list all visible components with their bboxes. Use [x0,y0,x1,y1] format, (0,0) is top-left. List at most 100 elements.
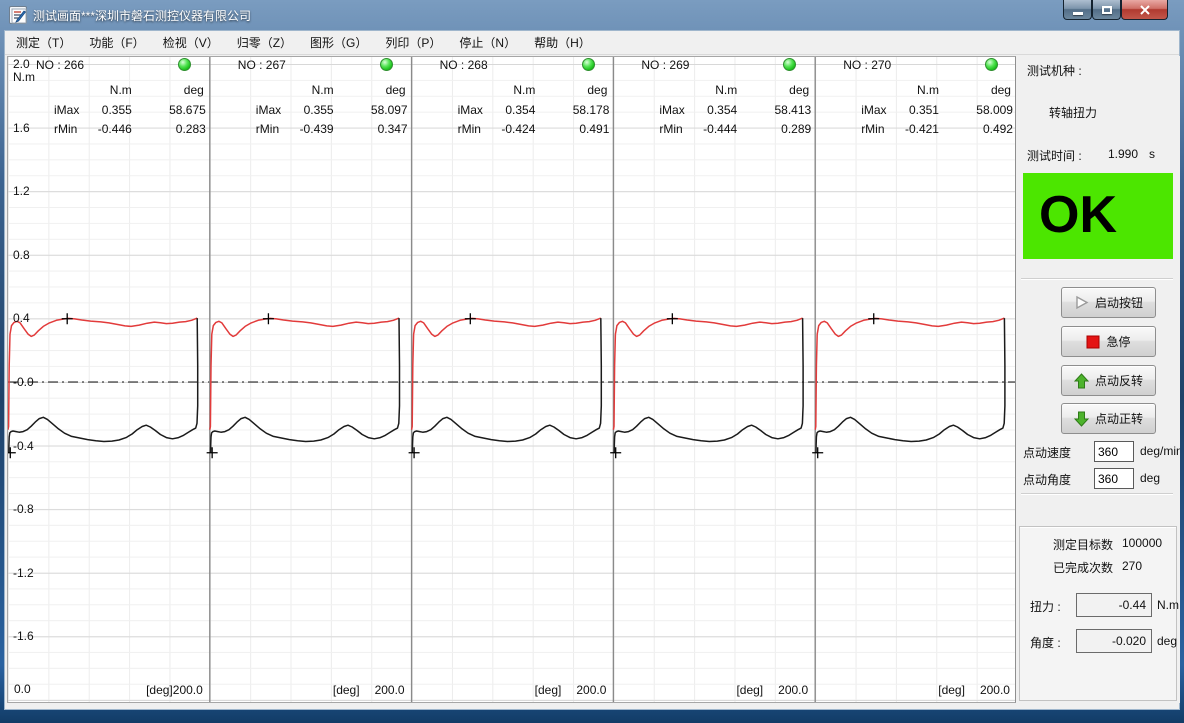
test-time-value: 1.990 [1108,147,1138,161]
status-led [582,58,595,71]
maximize-icon [1102,6,1112,14]
start-button[interactable]: 启动按钮 [1061,287,1156,318]
status-led [783,58,796,71]
start-button-label: 启动按钮 [1095,294,1143,311]
y-tick: 0.8 [13,247,30,263]
imax-nm-value: 0.354 [707,103,737,117]
x-max-value: 200.0 [375,683,405,697]
torque-readout-unit: N.m [1157,598,1179,612]
col-header-nm: N.m [917,83,939,97]
col-header-nm: N.m [110,83,132,97]
forward-torque-curve [210,318,399,430]
col-header-nm: N.m [312,83,334,97]
col-header-nm: N.m [715,83,737,97]
target-count-label: 测定目标数 [1053,536,1113,553]
jog-reverse-label: 点动反转 [1095,372,1143,389]
rmin-label: rMin [659,122,682,136]
jog-forward-label: 点动正转 [1095,410,1143,427]
x-unit-label: [deg] [938,683,965,697]
panel-header-2: NO : 268N.mdegiMax0.35458.178rMin-0.4240… [412,57,614,139]
completed-count-value: 270 [1122,559,1142,573]
x-max-label: [deg] 200.0 [210,682,412,698]
menu-item-3[interactable]: 归零（Z） [228,30,301,55]
imax-marker [465,313,476,324]
y-tick: -0.4 [13,438,34,454]
x-max-value: 200.0 [778,683,808,697]
rmin-marker [812,447,823,458]
app-window: 测试画面***深圳市磐石测控仪器有限公司 测定（T）功能（F）检视（V）归零（Z… [0,0,1184,723]
forward-torque-curve [8,318,197,430]
play-icon [1074,295,1089,310]
rmin-marker [610,447,621,458]
jog-forward-button[interactable]: 点动正转 [1061,403,1156,434]
arrow-up-icon [1074,373,1089,389]
status-ok-indicator: OK [1023,173,1173,259]
minimize-button[interactable] [1063,0,1092,20]
close-icon [1139,5,1151,15]
maximize-button[interactable] [1092,0,1121,20]
imax-label: iMax [256,103,281,117]
menu-item-6[interactable]: 停止（N） [450,30,525,55]
jog-angle-label: 点动角度 [1023,471,1071,488]
imax-marker [62,313,73,324]
imax-deg-value: 58.413 [774,103,811,117]
stop-icon [1086,335,1100,349]
rmin-nm-value: -0.424 [501,122,535,136]
x-unit-label: [deg] [146,683,173,697]
imax-nm-value: 0.354 [505,103,535,117]
col-header-deg: deg [789,83,809,97]
imax-deg-value: 58.178 [573,103,610,117]
emergency-stop-label: 急停 [1106,333,1130,350]
sidebar: 测试机种 : 转轴扭力 测试时间 : 1.990 s OK 启动按钮 急停 [1016,56,1180,703]
group-divider [1021,493,1173,495]
imax-label: iMax [54,103,79,117]
rmin-label: rMin [54,122,77,136]
menu-item-7[interactable]: 帮助（H） [525,30,600,55]
panel-no: NO : 267 [238,58,286,72]
imax-nm-value: 0.355 [304,103,334,117]
angle-readout-unit: deg [1157,634,1177,648]
app-icon [9,6,27,24]
status-led [380,58,393,71]
imax-deg-value: 58.675 [169,103,206,117]
client-area: 测定（T）功能（F）检视（V）归零（Z）图形（G）列印（P）停止（N）帮助（H）… [4,30,1180,710]
torque-readout-value: -0.44 [1076,593,1152,617]
reverse-torque-curve [816,318,1005,453]
reverse-torque-curve [9,318,198,453]
imax-nm-value: 0.355 [102,103,132,117]
imax-label: iMax [861,103,886,117]
imax-deg-value: 58.097 [371,103,408,117]
panel-plot-2 [409,313,602,458]
rmin-deg-value: 0.283 [176,122,206,136]
panel-plot-4 [812,313,1005,458]
menu-item-0[interactable]: 测定（T） [7,30,80,55]
rmin-nm-value: -0.421 [905,122,939,136]
menu-item-1[interactable]: 功能（F） [80,30,153,55]
y-tick: 0.4 [13,310,30,326]
machine-type-label: 测试机种 : [1027,62,1082,79]
close-button[interactable] [1121,0,1168,20]
imax-label: iMax [458,103,483,117]
jog-speed-unit: deg/min [1140,444,1180,458]
titlebar: 测试画面***深圳市磐石测控仪器有限公司 [0,0,1184,30]
col-header-deg: deg [587,83,607,97]
jog-angle-input[interactable] [1094,468,1134,489]
imax-label: iMax [659,103,684,117]
machine-type-value: 转轴扭力 [1049,104,1097,121]
imax-nm-value: 0.351 [909,103,939,117]
menu-item-2[interactable]: 检视（V） [154,30,228,55]
menu-item-5[interactable]: 列印（P） [376,30,450,55]
jog-reverse-button[interactable]: 点动反转 [1061,365,1156,396]
rmin-nm-value: -0.446 [98,122,132,136]
x-max-label: [deg]200.0 [613,682,815,698]
jog-speed-input[interactable] [1094,441,1134,462]
test-time-unit: s [1149,147,1155,161]
imax-marker [667,313,678,324]
x-unit-label: [deg] [333,683,360,697]
panel-plot-3 [610,313,803,458]
torque-readout-label: 扭力 : [1030,598,1061,615]
col-header-nm: N.m [513,83,535,97]
emergency-stop-button[interactable]: 急停 [1061,326,1156,357]
jog-angle-unit: deg [1140,471,1160,485]
menu-item-4[interactable]: 图形（G） [301,30,376,55]
